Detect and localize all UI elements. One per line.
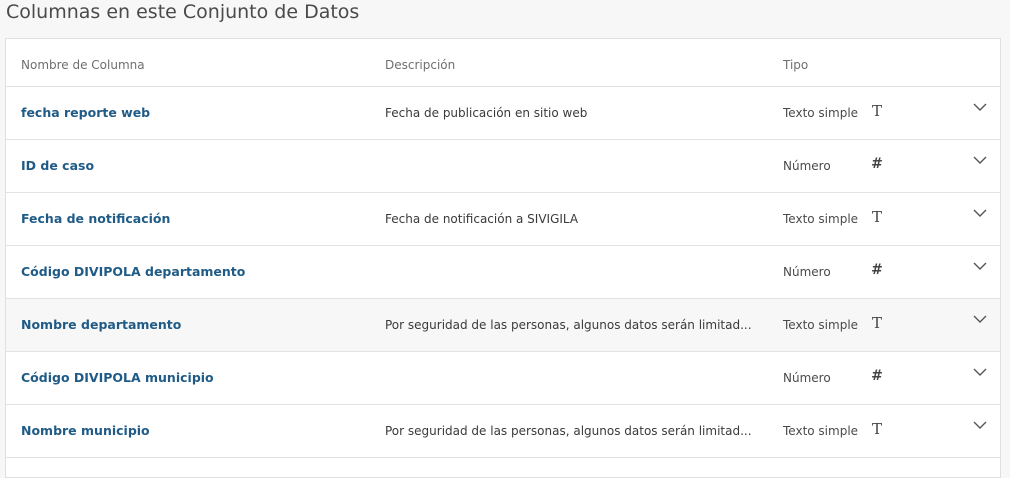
column-name-link[interactable]: ID de caso [21,158,94,173]
chevron-down-icon[interactable] [972,152,988,168]
header-type: Tipo [783,58,809,72]
chevron-down-icon[interactable] [972,258,988,274]
column-name-link[interactable]: fecha reporte web [21,105,150,120]
text-type-icon: T [871,314,882,332]
column-name-link[interactable]: Código DIVIPOLA municipio [21,370,214,385]
column-name-link[interactable]: Nombre departamento [21,317,181,332]
column-type: Número [783,265,831,279]
chevron-down-icon[interactable] [972,311,988,327]
number-type-icon: # [871,262,883,278]
table-row[interactable]: Nombre municipio Por seguridad de las pe… [6,405,1000,458]
text-type-icon: T [871,208,882,226]
table-row[interactable]: Nombre departamento Por seguridad de las… [6,299,1000,352]
chevron-down-icon[interactable] [972,417,988,433]
table-row[interactable]: ID de caso Número # [6,140,1000,193]
header-column-name: Nombre de Columna [21,58,145,72]
chevron-down-icon[interactable] [972,364,988,380]
column-name-link[interactable]: Código DIVIPOLA departamento [21,264,245,279]
text-type-icon: T [871,420,882,438]
header-description: Descripción [385,58,456,72]
table-row[interactable]: Fecha de notificación Fecha de notificac… [6,193,1000,246]
column-type: Número [783,159,831,173]
text-type-icon: T [871,102,882,120]
column-description: Por seguridad de las personas, algunos d… [385,424,752,438]
table-row[interactable]: Código DIVIPOLA departamento Número # [6,246,1000,299]
chevron-down-icon[interactable] [972,205,988,221]
column-type: Texto simple [783,318,859,332]
column-type: Texto simple [783,106,859,120]
number-type-icon: # [871,156,883,172]
number-type-icon: # [871,368,883,384]
column-description: Por seguridad de las personas, algunos d… [385,318,752,332]
column-type: Texto simple [783,212,859,226]
columns-table: Nombre de Columna Descripción Tipo fecha… [5,38,1001,478]
column-description: Fecha de publicación en sitio web [385,106,588,120]
table-header: Nombre de Columna Descripción Tipo [6,39,1000,87]
column-name-link[interactable]: Fecha de notificación [21,211,170,226]
column-description: Fecha de notificación a SIVIGILA [385,212,579,226]
column-type: Número [783,371,831,385]
table-row[interactable]: fecha reporte web Fecha de publicación e… [6,87,1000,140]
chevron-down-icon[interactable] [972,99,988,115]
page-title: Columnas en este Conjunto de Datos [6,1,360,23]
column-type: Texto simple [783,424,859,438]
table-row[interactable]: Código DIVIPOLA municipio Número # [6,352,1000,405]
column-name-link[interactable]: Nombre municipio [21,423,150,438]
